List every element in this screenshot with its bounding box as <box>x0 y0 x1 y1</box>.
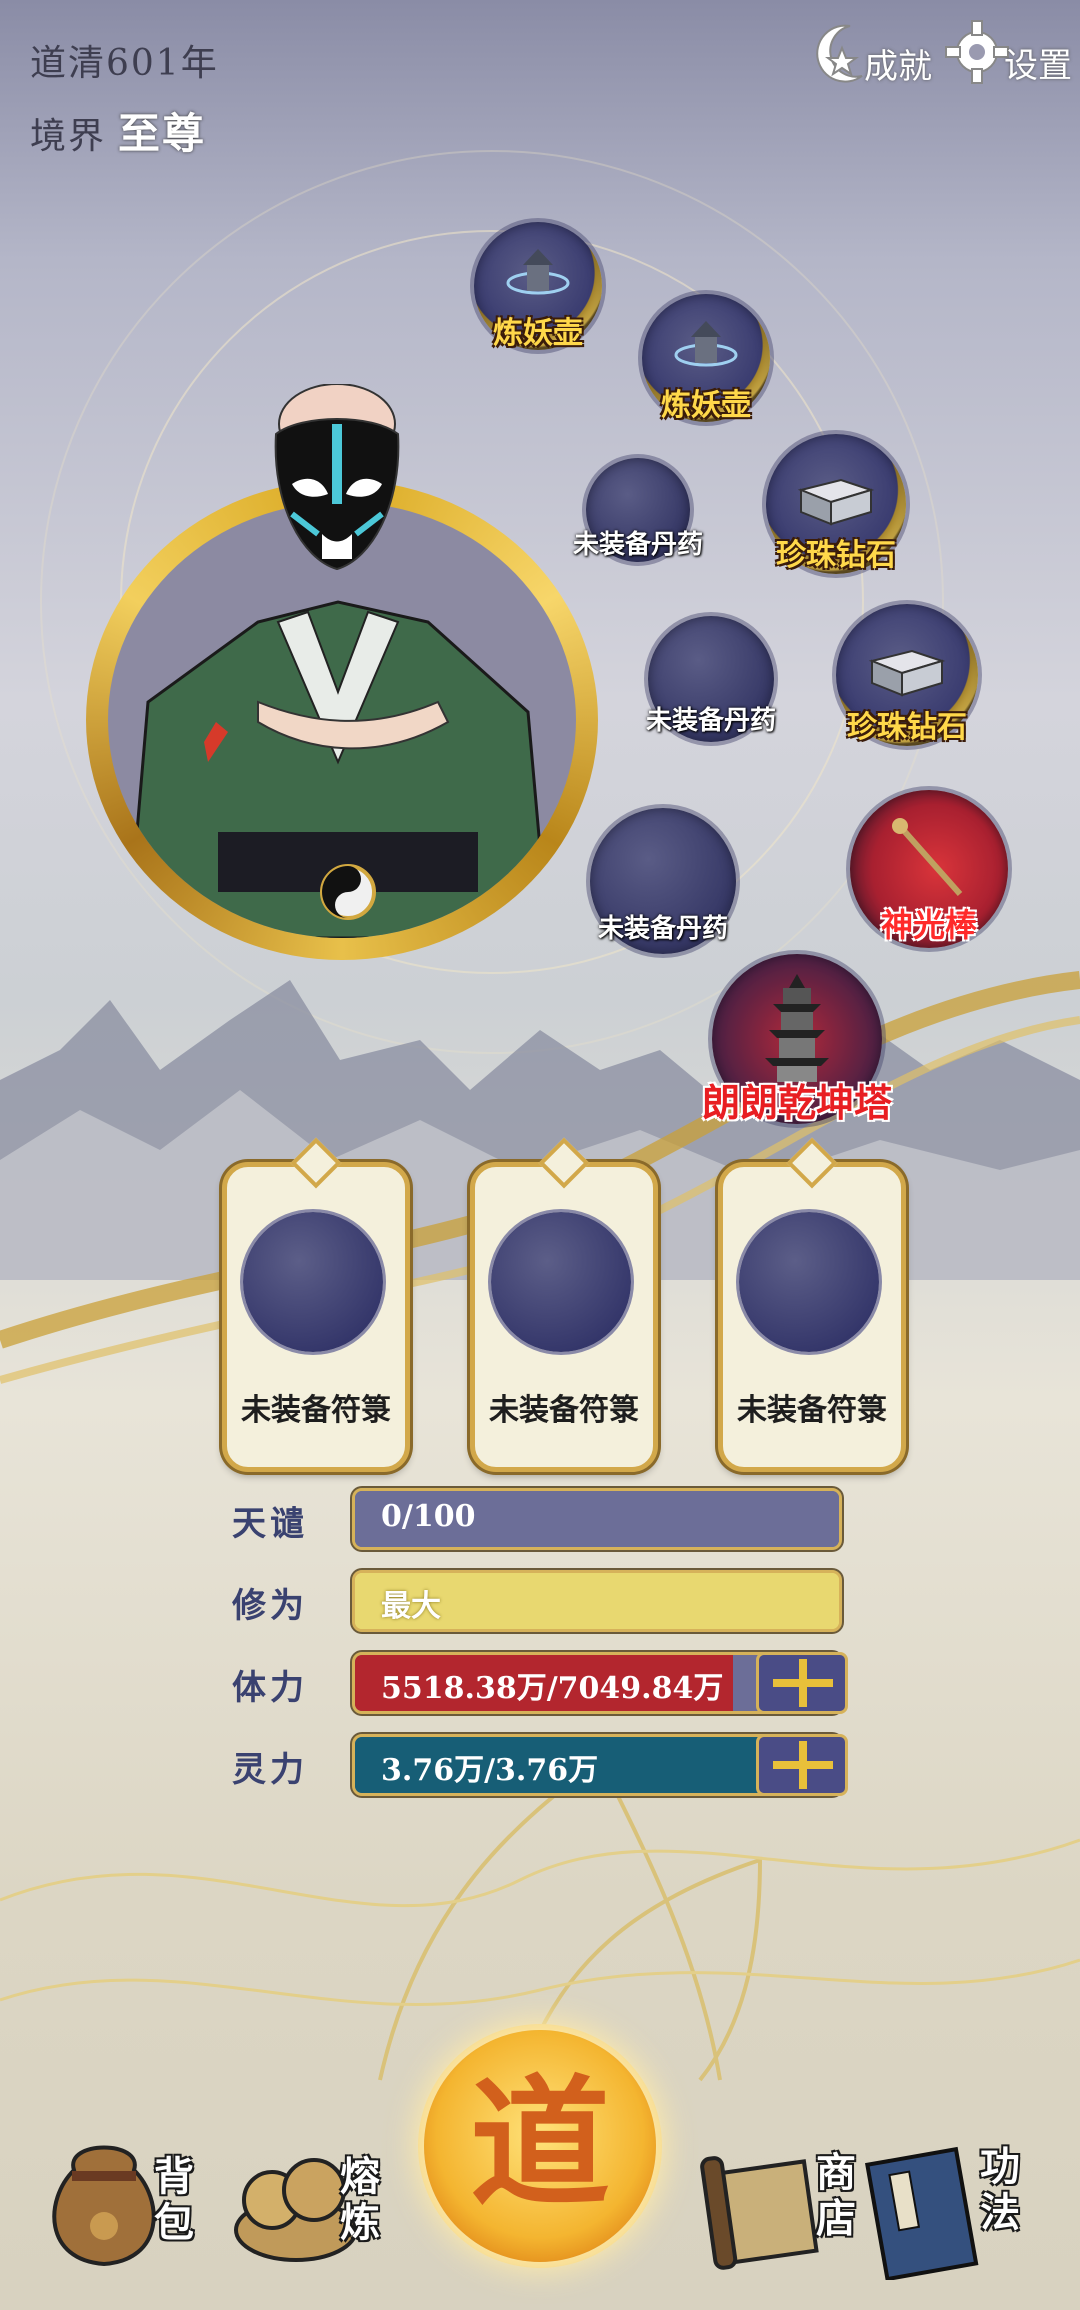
stat-value-lingli: 3.76万/3.76万 <box>381 1753 599 1788</box>
talisman-slot <box>739 1212 879 1352</box>
opera-mask-icon <box>274 383 400 571</box>
realm-label: 境界 <box>30 116 107 157</box>
talisman-slot <box>243 1212 383 1352</box>
shop-button[interactable]: 商店 <box>700 2148 860 2298</box>
realm-value: 至尊 <box>118 109 207 158</box>
stat-bar-xiuwei: 最大 <box>352 1570 842 1632</box>
talisman-label: 未装备符箓 <box>241 1393 391 1428</box>
restore-stamina-button[interactable] <box>756 1652 848 1714</box>
staff-icon <box>884 814 974 908</box>
dao-glyph: 道 <box>469 2062 610 2226</box>
equipment-slot-label: 珍珠钻石 <box>847 710 967 745</box>
stat-value-tili: 5518.38万/7049.84万 <box>381 1671 724 1706</box>
equipment-slot-label: 珍珠钻石 <box>776 538 896 573</box>
shop-label: 商店 <box>816 2149 856 2242</box>
equipment-slot-label: 未装备丹药 <box>572 530 704 560</box>
talisman-label: 未装备符箓 <box>489 1393 639 1428</box>
backpack-button[interactable]: 背包 <box>44 2130 204 2280</box>
settings-label: 设置 <box>1004 46 1072 86</box>
equipment-slot-label: 炼妖壶 <box>493 316 583 351</box>
stat-value-xiuwei: 最大 <box>381 1589 441 1624</box>
pagoda-pot-icon <box>671 315 741 389</box>
equipment-slot-label: 朗朗乾坤塔 <box>701 1080 893 1125</box>
achievements-label: 成就 <box>864 46 932 87</box>
equipment-slot-label: 炼妖壶 <box>661 388 751 423</box>
talisman-label: 未装备符箓 <box>737 1393 887 1428</box>
achievements-button[interactable]: 成就 <box>812 18 932 88</box>
smelt-button[interactable]: 熔炼 <box>232 2130 402 2280</box>
talisman-card[interactable]: 未装备符箓 <box>718 1137 906 1472</box>
stat-value-tianqian: 0/100 <box>381 1499 476 1534</box>
skills-label: 功法 <box>980 2143 1020 2236</box>
equipment-slot-label: 神光棒 <box>880 906 978 944</box>
stat-label-xiuwei: 修为 <box>232 1586 308 1626</box>
cultivate-button[interactable]: 道 <box>424 2030 656 2262</box>
moon-star-icon <box>816 24 863 83</box>
gear-icon <box>945 19 1009 84</box>
stat-label-lingli: 灵力 <box>232 1750 308 1790</box>
pagoda-pot-icon <box>503 243 573 317</box>
stat-label-tili: 体力 <box>232 1668 308 1708</box>
realm-row: 境界 至尊 <box>30 100 206 161</box>
gem-crate-icon <box>862 631 952 705</box>
equipment-slot-label: 未装备丹药 <box>645 706 777 736</box>
scroll-map-icon <box>700 2156 819 2270</box>
equipment-slot-label: 未装备丹药 <box>597 914 729 944</box>
pouch-icon <box>52 2145 156 2267</box>
skills-button[interactable]: 功法 <box>862 2140 1032 2290</box>
stat-label-tianqian: 天谴 <box>232 1504 308 1544</box>
settings-button[interactable]: 设置 <box>944 16 1072 87</box>
talisman-card[interactable]: 未装备符箓 <box>222 1137 410 1472</box>
opera-mask-head <box>262 383 412 574</box>
gem-crate-icon <box>791 460 881 534</box>
restore-spirit-button[interactable] <box>756 1734 848 1796</box>
talisman-slot <box>491 1212 631 1352</box>
era-year: 道清601年 <box>30 43 219 84</box>
stat-bar-tianqian: 0/100 <box>352 1488 842 1550</box>
book-icon <box>865 2146 979 2282</box>
talisman-card[interactable]: 未装备符箓 <box>470 1137 658 1472</box>
backpack-label: 背包 <box>154 2153 194 2246</box>
pagoda-tower-icon <box>757 973 837 1088</box>
smelt-label: 熔炼 <box>340 2153 380 2246</box>
